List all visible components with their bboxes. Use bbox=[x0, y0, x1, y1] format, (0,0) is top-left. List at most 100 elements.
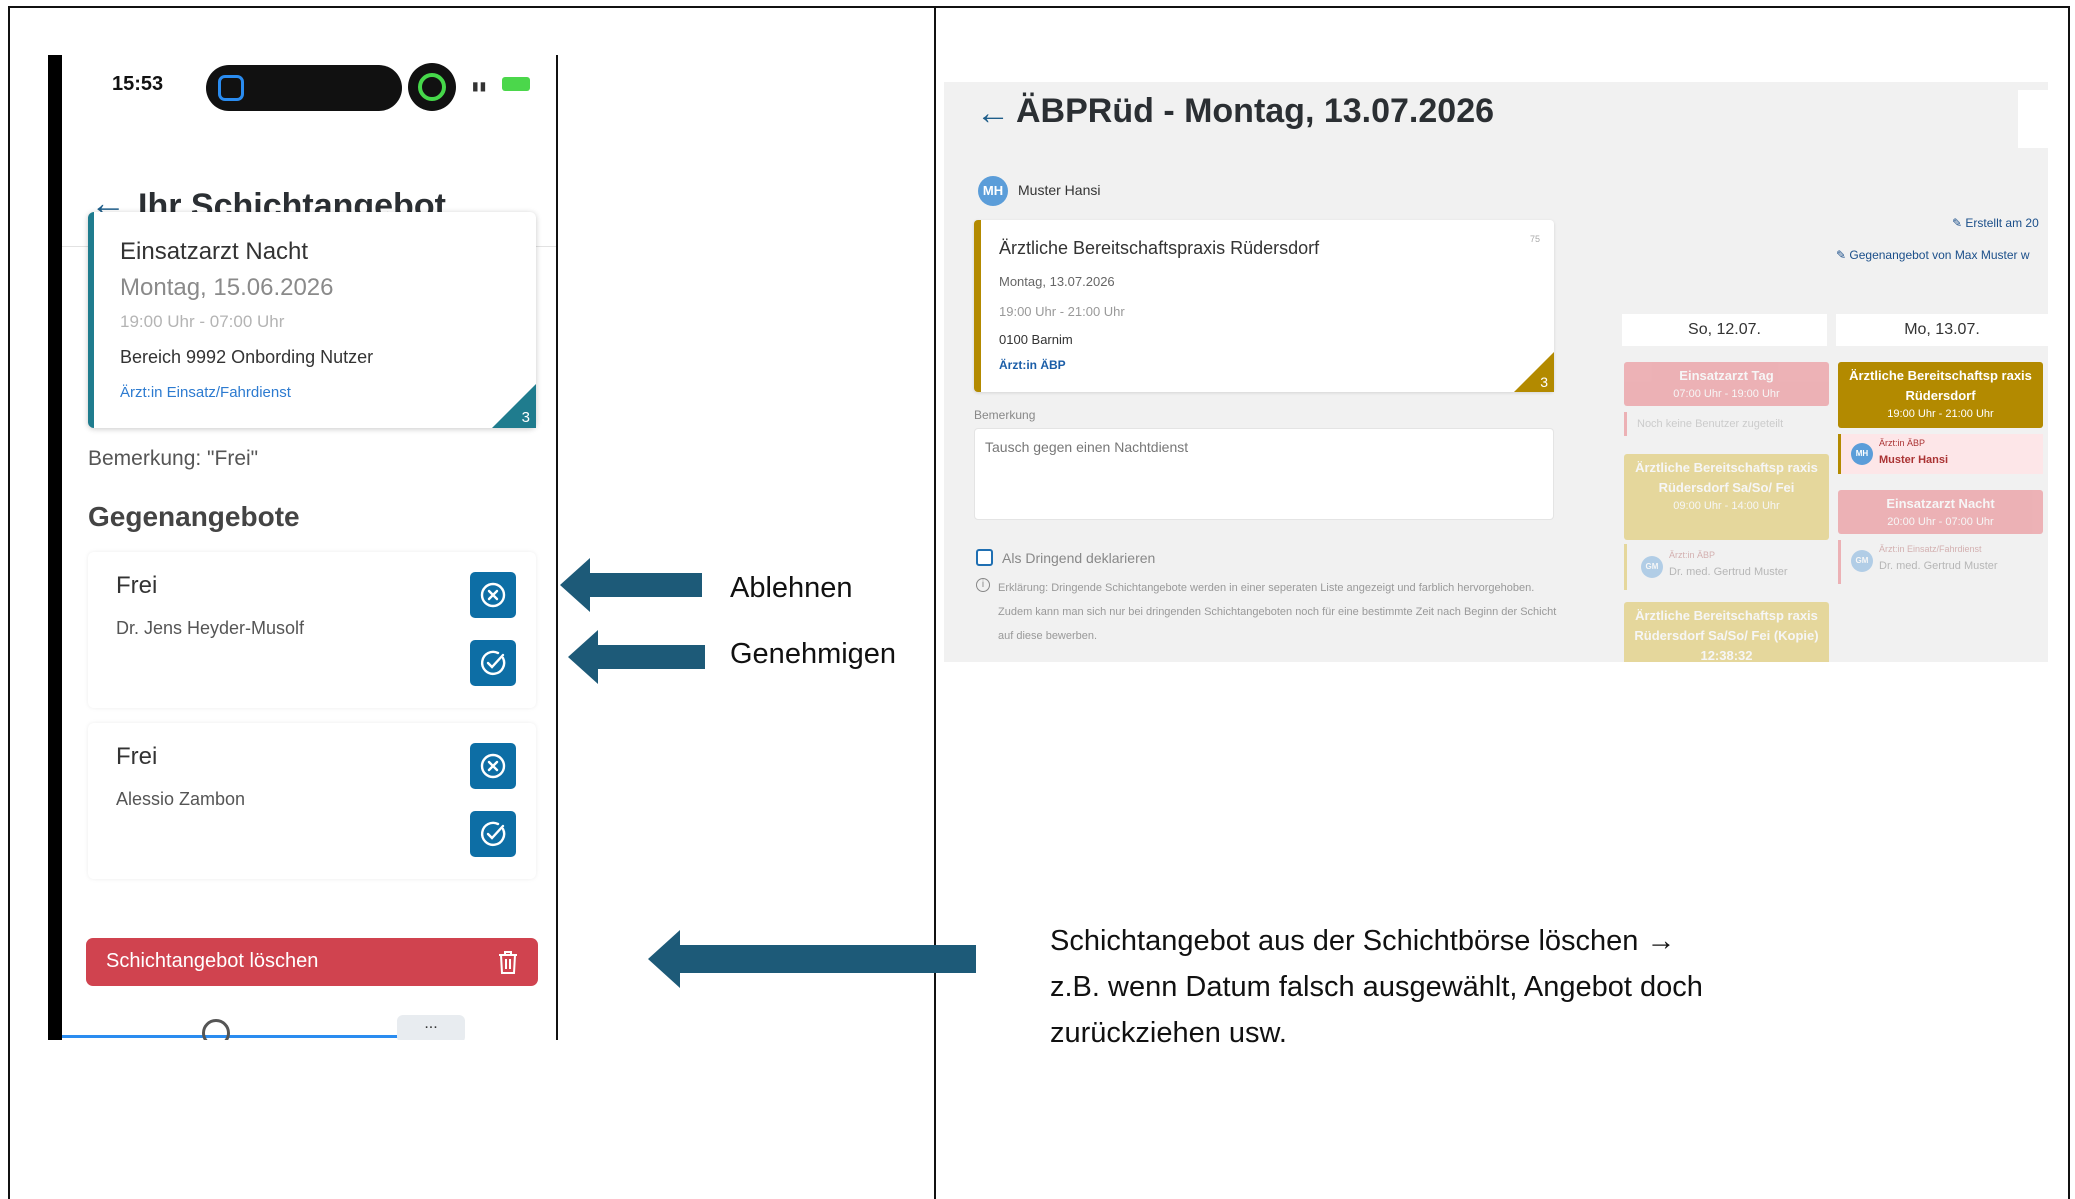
x-circle-icon bbox=[480, 753, 506, 779]
event-assignee: GM Ärzt:in Einsatz/Fahrdienst Dr. med. G… bbox=[1838, 540, 2043, 584]
count-corner bbox=[1514, 352, 1554, 392]
counteroffer-title: Frei bbox=[116, 743, 158, 770]
shift-offer-card[interactable]: Ärztliche Bereitschaftspraxis Rüdersdorf… bbox=[974, 220, 1554, 392]
info-icon: i bbox=[976, 578, 990, 592]
shift-area: Bereich 9992 Onbording Nutzer bbox=[120, 347, 374, 367]
reject-button[interactable] bbox=[470, 743, 516, 789]
delete-annotation: Schichtangebot aus der Schichtbörse lösc… bbox=[1050, 918, 1810, 1056]
approve-annotation: Genehmigen bbox=[730, 638, 897, 670]
pencil-icon: ✎ bbox=[1952, 216, 1966, 230]
info-text: Erklärung: Dringende Schichtangebote wer… bbox=[998, 582, 1557, 642]
event-user: Dr. med. Gertrud Muster bbox=[1669, 566, 1788, 578]
urgent-label: Als Dringend deklarieren bbox=[1002, 550, 1156, 566]
event-user: Dr. med. Gertrud Muster bbox=[1879, 560, 1998, 572]
approve-button[interactable] bbox=[470, 640, 516, 686]
battery-icon bbox=[502, 77, 530, 91]
count-badge: 3 bbox=[521, 409, 530, 426]
shift-area: 0100 Barnim bbox=[999, 332, 1073, 347]
desktop-screenshot: ← ÄBPRüd - Montag, 13.07.2026 MH Muster … bbox=[944, 82, 2048, 662]
arrow-left-icon bbox=[560, 558, 702, 612]
created-link-label: Erstellt am 20 bbox=[1965, 216, 2039, 230]
arrow-left-icon bbox=[568, 630, 705, 684]
shift-role: Ärzt:in ÄBP bbox=[999, 358, 1066, 372]
annotation-line: Schichtangebot aus der Schichtbörse lösc… bbox=[1050, 925, 1676, 957]
dynamic-island bbox=[206, 65, 402, 111]
counteroffer-title: Frei bbox=[116, 572, 158, 599]
calendar-event[interactable]: Ärztliche Bereitschaftsp raxis Rüdersdor… bbox=[1838, 362, 2043, 428]
counteroffer-link[interactable]: ✎ Gegenangebot von Max Muster w bbox=[1836, 248, 2030, 262]
event-assignee: MH Ärzt:in ÄBP Muster Hansi bbox=[1838, 434, 2043, 474]
calendar-event[interactable]: Einsatzarzt Nacht 20:00 Uhr - 07:00 Uhr bbox=[1838, 490, 2043, 534]
counteroffer-name: Alessio Zambon bbox=[116, 789, 246, 809]
shift-role: Ärzt:in Einsatz/Fahrdienst bbox=[120, 384, 291, 401]
shift-date: Montag, 13.07.2026 bbox=[999, 274, 1115, 289]
delete-offer-button[interactable]: Schichtangebot löschen bbox=[86, 938, 538, 986]
status-bar: 15:53 ▮▮ bbox=[62, 55, 556, 117]
counteroffer-card: Frei Alessio Zambon bbox=[88, 723, 536, 879]
event-time: 19:00 Uhr - 21:00 Uhr bbox=[1887, 408, 1994, 420]
count-badge: 3 bbox=[1540, 374, 1548, 390]
avatar: MH bbox=[978, 176, 1008, 206]
shift-title: Einsatzarzt Nacht bbox=[120, 238, 309, 265]
event-role: Ärzt:in ÄBP bbox=[1669, 550, 1716, 560]
approve-button[interactable] bbox=[470, 811, 516, 857]
calendar-day-header: So, 12.07. bbox=[1622, 314, 1827, 346]
delete-offer-label: Schichtangebot löschen bbox=[106, 950, 319, 972]
user-name: Muster Hansi bbox=[1018, 182, 1101, 198]
event-title: Ärztliche Bereitschaftsp raxis Rüdersdor… bbox=[1849, 368, 2032, 403]
shift-title: Ärztliche Bereitschaftspraxis Rüdersdorf bbox=[999, 238, 1320, 258]
signal-icon: ▮▮ bbox=[472, 79, 488, 93]
pencil-icon: ✎ bbox=[1836, 248, 1850, 262]
counteroffer-name: Dr. Jens Heyder-Musolf bbox=[116, 618, 305, 638]
event-user: Muster Hansi bbox=[1879, 454, 1949, 466]
arrow-left-icon bbox=[648, 930, 976, 988]
remark-label: Bemerkung bbox=[974, 408, 1036, 422]
annotation-line: z.B. wenn Datum falsch ausgewählt, Angeb… bbox=[1050, 971, 1703, 1003]
bottom-nav: ... bbox=[62, 1015, 556, 1040]
event-title: Ärztliche Bereitschaftsp raxis Rüdersdor… bbox=[1634, 608, 1819, 662]
clock-icon[interactable] bbox=[202, 1019, 230, 1040]
event-title: Ärztliche Bereitschaftsp raxis Rüdersdor… bbox=[1635, 460, 1818, 495]
avatar: GM bbox=[1641, 556, 1663, 578]
event-note: Noch keine Benutzer zugeteilt bbox=[1624, 412, 1829, 436]
x-circle-icon bbox=[480, 582, 506, 608]
trash-icon bbox=[499, 951, 517, 974]
calendar-event[interactable]: Ärztliche Bereitschaftsp raxis Rüdersdor… bbox=[1624, 454, 1829, 540]
shift-offer-card[interactable]: Einsatzarzt Nacht Montag, 15.06.2026 19:… bbox=[88, 212, 536, 428]
back-arrow-icon[interactable]: ← bbox=[976, 94, 1010, 133]
top-right-panel bbox=[2018, 90, 2048, 148]
remark-input[interactable]: Tausch gegen einen Nachtdienst bbox=[974, 428, 1554, 520]
calendar-event[interactable]: Ärztliche Bereitschaftsp raxis Rüdersdor… bbox=[1624, 602, 1829, 662]
event-time: 07:00 Uhr - 19:00 Uhr bbox=[1673, 388, 1780, 400]
app-icon bbox=[218, 75, 244, 101]
calendar-event[interactable]: Einsatzarzt Tag 07:00 Uhr - 19:00 Uhr bbox=[1624, 362, 1829, 406]
event-role: Ärzt:in Einsatz/Fahrdienst bbox=[1879, 544, 1982, 554]
avatar: GM bbox=[1851, 550, 1873, 572]
created-link[interactable]: ✎ Erstellt am 20 bbox=[1952, 216, 2039, 230]
page-title: ÄBPRüd - Montag, 13.07.2026 bbox=[1016, 92, 1495, 130]
reject-button[interactable] bbox=[470, 572, 516, 618]
counteroffer-link-label: Gegenangebot von Max Muster w bbox=[1849, 248, 2030, 262]
phone-screen: 15:53 ▮▮ ← Ihr Schichtangebot Einsatzarz… bbox=[48, 55, 558, 1040]
shift-time: 19:00 Uhr - 21:00 Uhr bbox=[999, 304, 1125, 319]
more-button[interactable]: ... bbox=[397, 1015, 465, 1040]
status-time: 15:53 bbox=[112, 73, 164, 95]
check-circle-icon bbox=[480, 821, 506, 847]
avatar: MH bbox=[1851, 443, 1873, 465]
active-tab-indicator bbox=[62, 1035, 417, 1038]
remark-text: Bemerkung: "Frei" bbox=[88, 447, 259, 470]
event-title: Einsatzarzt Tag bbox=[1679, 368, 1774, 383]
event-time: 09:00 Uhr - 14:00 Uhr bbox=[1673, 500, 1780, 512]
urgent-checkbox[interactable] bbox=[976, 549, 993, 566]
link-icon bbox=[408, 63, 456, 111]
event-title: Einsatzarzt Nacht bbox=[1886, 496, 1995, 511]
column-divider bbox=[934, 6, 936, 1199]
counteroffer-card: Frei Dr. Jens Heyder-Musolf bbox=[88, 552, 536, 708]
annotation-line: zurückziehen usw. bbox=[1050, 1017, 1287, 1049]
shift-number: 75 bbox=[1529, 234, 1540, 244]
event-role: Ärzt:in ÄBP bbox=[1879, 438, 1926, 448]
counteroffers-heading: Gegenangebote bbox=[88, 501, 300, 532]
check-circle-icon bbox=[480, 650, 506, 676]
shift-date: Montag, 15.06.2026 bbox=[120, 274, 334, 301]
reject-annotation: Ablehnen bbox=[730, 572, 853, 604]
